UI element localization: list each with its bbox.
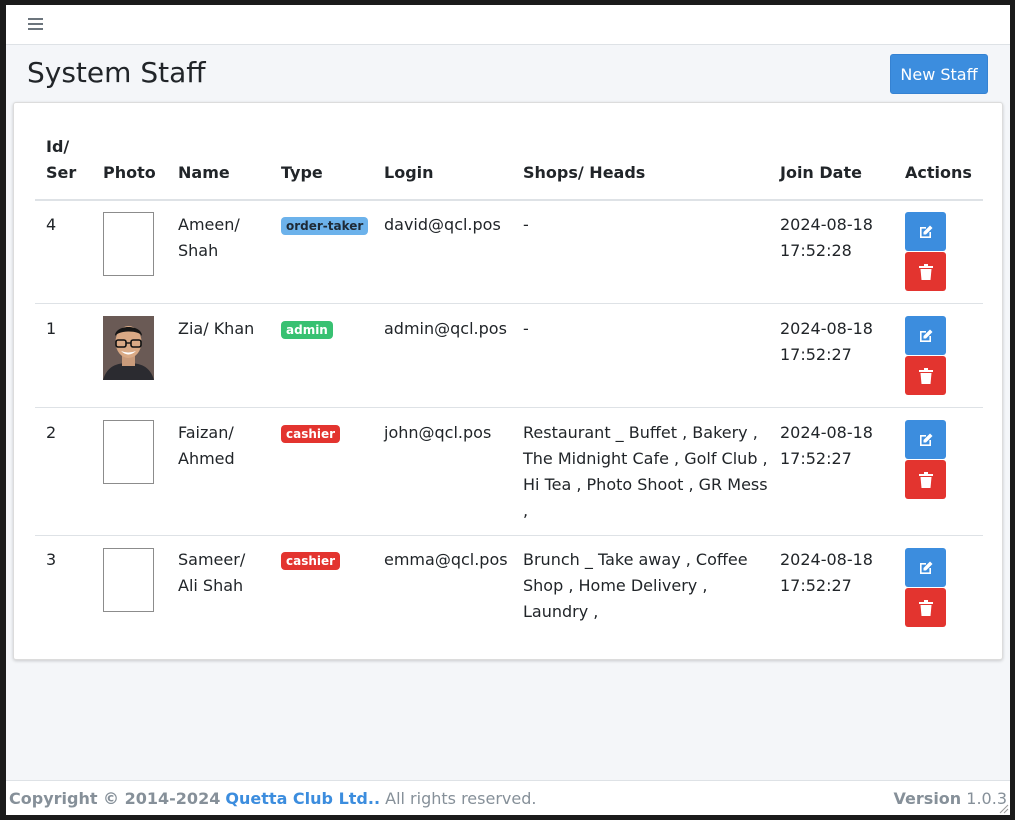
shops-line: Restaurant _ Buffet , Bakery , bbox=[523, 423, 758, 442]
staff-photo-placeholder bbox=[103, 420, 154, 484]
shops-line: Shop , Home Delivery , bbox=[523, 576, 708, 595]
trash-icon bbox=[918, 367, 933, 384]
resize-grip-icon[interactable] bbox=[997, 802, 1009, 814]
row-join-date: 2024-08-18 17:52:28 bbox=[780, 212, 873, 264]
col-header-photo: Photo bbox=[103, 163, 156, 182]
row-date: 2024-08-18 bbox=[780, 423, 873, 442]
header-divider bbox=[35, 199, 983, 201]
edit-button[interactable] bbox=[905, 212, 946, 251]
row-login: john@qcl.pos bbox=[384, 423, 492, 442]
row-join-date: 2024-08-18 17:52:27 bbox=[780, 547, 873, 599]
row-id: 1 bbox=[46, 319, 57, 338]
delete-button[interactable] bbox=[905, 252, 946, 291]
row-name: Zia/ Khan bbox=[178, 319, 255, 338]
edit-icon bbox=[919, 225, 932, 238]
row-time: 17:52:28 bbox=[780, 241, 852, 260]
col-header-shops: Shops/ Heads bbox=[523, 163, 646, 182]
staff-table-card: Id/ Ser Photo Name Type Login Shops/ Hea… bbox=[13, 102, 1003, 660]
page-title: System Staff bbox=[27, 56, 206, 89]
edit-icon bbox=[919, 329, 932, 342]
type-badge: cashier bbox=[281, 425, 341, 443]
delete-button[interactable] bbox=[905, 356, 946, 395]
shops-line: Brunch _ Take away , Coffee bbox=[523, 550, 748, 569]
row-id: 3 bbox=[46, 550, 57, 569]
staff-photo-placeholder bbox=[103, 548, 154, 612]
top-navbar bbox=[6, 5, 1010, 45]
row-name: Ameen/ Shah bbox=[178, 212, 240, 264]
row-id: 4 bbox=[46, 215, 57, 234]
row-id: 2 bbox=[46, 423, 57, 442]
edit-icon bbox=[919, 561, 932, 574]
footer-copyright: Copyright © 2014-2024 Quetta Club Ltd.. … bbox=[9, 789, 536, 808]
row-date: 2024-08-18 bbox=[780, 319, 873, 338]
row-join-date: 2024-08-18 17:52:27 bbox=[780, 316, 873, 368]
delete-button[interactable] bbox=[905, 588, 946, 627]
row-name-line2: Shah bbox=[178, 241, 219, 260]
hamburger-icon[interactable] bbox=[28, 18, 43, 32]
shops-line: , bbox=[523, 501, 529, 520]
col-header-name: Name bbox=[178, 163, 230, 182]
col-header-actions: Actions bbox=[905, 163, 972, 182]
copyright-text: Copyright © 2014-2024 bbox=[9, 789, 221, 808]
shops-line: Hi Tea , Photo Shoot , GR Mess bbox=[523, 475, 768, 494]
row-login: admin@qcl.pos bbox=[384, 319, 507, 338]
avatar bbox=[103, 316, 154, 380]
edit-button[interactable] bbox=[905, 548, 946, 587]
row-name: Sameer/ Ali Shah bbox=[178, 547, 245, 599]
type-badge: admin bbox=[281, 321, 333, 339]
type-badge: order-taker bbox=[281, 217, 369, 235]
row-time: 17:52:27 bbox=[780, 449, 852, 468]
delete-button[interactable] bbox=[905, 460, 946, 499]
rights-text: All rights reserved. bbox=[385, 789, 537, 808]
col-header-id: Id/ Ser bbox=[46, 134, 76, 186]
row-divider bbox=[35, 535, 983, 536]
edit-button[interactable] bbox=[905, 316, 946, 355]
col-header-type: Type bbox=[281, 163, 323, 182]
trash-icon bbox=[918, 599, 933, 616]
row-shops: - bbox=[523, 319, 529, 338]
trash-icon bbox=[918, 471, 933, 488]
shops-line: Laundry , bbox=[523, 602, 599, 621]
row-shops: Restaurant _ Buffet , Bakery , The Midni… bbox=[523, 420, 768, 524]
edit-button[interactable] bbox=[905, 420, 946, 459]
edit-icon bbox=[919, 433, 932, 446]
col-header-login: Login bbox=[384, 163, 434, 182]
row-login: david@qcl.pos bbox=[384, 215, 501, 234]
row-shops: - bbox=[523, 215, 529, 234]
type-badge: cashier bbox=[281, 552, 341, 570]
shops-line: The Midnight Cafe , Golf Club , bbox=[523, 449, 768, 468]
row-time: 17:52:27 bbox=[780, 576, 852, 595]
row-name-line2: Ali Shah bbox=[178, 576, 244, 595]
new-staff-button[interactable]: New Staff bbox=[890, 54, 988, 94]
row-name-line1: Ameen/ bbox=[178, 215, 240, 234]
row-date: 2024-08-18 bbox=[780, 215, 873, 234]
row-name-line1: Sameer/ bbox=[178, 550, 246, 569]
footer: Copyright © 2014-2024 Quetta Club Ltd.. … bbox=[6, 780, 1010, 815]
row-login: emma@qcl.pos bbox=[384, 550, 508, 569]
row-time: 17:52:27 bbox=[780, 345, 852, 364]
row-shops: Brunch _ Take away , Coffee Shop , Home … bbox=[523, 547, 748, 625]
row-name-line2: Ahmed bbox=[178, 449, 235, 468]
col-header-id-line1: Id/ bbox=[46, 137, 70, 156]
row-join-date: 2024-08-18 17:52:27 bbox=[780, 420, 873, 472]
staff-photo-placeholder bbox=[103, 212, 154, 276]
col-header-join-date: Join Date bbox=[780, 163, 862, 182]
app-window: System Staff New Staff Id/ Ser Photo Nam… bbox=[6, 5, 1010, 815]
col-header-id-line2: Ser bbox=[46, 163, 77, 182]
version-label: Version bbox=[893, 789, 962, 808]
row-divider bbox=[35, 303, 983, 304]
row-name-line1: Faizan/ bbox=[178, 423, 234, 442]
company-link[interactable]: Quetta Club Ltd.. bbox=[225, 789, 380, 808]
row-name: Faizan/ Ahmed bbox=[178, 420, 235, 472]
row-divider bbox=[35, 407, 983, 408]
row-date: 2024-08-18 bbox=[780, 550, 873, 569]
trash-icon bbox=[918, 263, 933, 280]
footer-version: Version 1.0.3 bbox=[894, 789, 1007, 808]
